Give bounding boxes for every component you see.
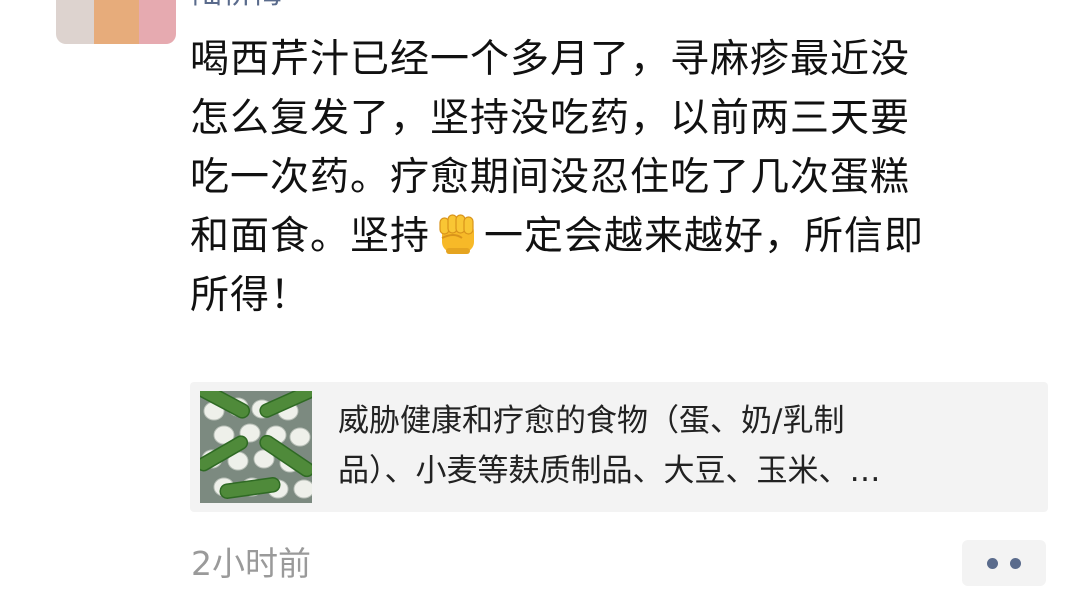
comment-line: 怎么复发了，坚持没吃药，以前两三天要: [190, 96, 911, 141]
more-options-button[interactable]: [962, 540, 1046, 586]
more-dots-icon: [987, 557, 998, 569]
comment-line-part: 和面食。坚持: [190, 214, 431, 259]
link-card[interactable]: 威胁健康和疗愈的食物（蛋、奶/乳制 品）、小麦等麸质制品、大豆、玉米、…: [190, 382, 1048, 512]
comment-line: 所得！: [190, 273, 311, 318]
avatar[interactable]: [56, 0, 176, 44]
comment-item: 陆桥梅 喝西芹汁已经一个多月了，寻麻疹最近没 怎么复发了，坚持没吃药，以前两三天…: [0, 0, 1080, 611]
eggs-and-cucumbers-image: [200, 391, 312, 503]
more-dots-icon: [1010, 557, 1021, 569]
link-card-title-line: 品）、小麦等麸质制品、大豆、玉米、…: [338, 453, 881, 489]
comment-text: 喝西芹汁已经一个多月了，寻麻疹最近没 怎么复发了，坚持没吃药，以前两三天要 吃一…: [190, 30, 1036, 325]
comment-line: 和面食。坚持 一定会越来越好，所信即: [190, 207, 1036, 266]
comment-line: 吃一次药。疗愈期间没忍住吃了几次蛋糕: [190, 155, 911, 200]
link-card-title: 威胁健康和疗愈的食物（蛋、奶/乳制 品）、小麦等麸质制品、大豆、玉米、…: [338, 396, 1028, 496]
username[interactable]: 陆桥梅: [192, 0, 282, 10]
comment-line: 喝西芹汁已经一个多月了，寻麻疹最近没: [190, 37, 911, 82]
raised-fist-emoji-icon: [439, 214, 475, 254]
timestamp: 2小时前: [191, 544, 311, 583]
comment-line-part: 一定会越来越好，所信即: [484, 214, 925, 259]
link-card-title-line: 威胁健康和疗愈的食物（蛋、奶/乳制: [338, 403, 845, 439]
link-card-thumbnail: [200, 391, 312, 503]
